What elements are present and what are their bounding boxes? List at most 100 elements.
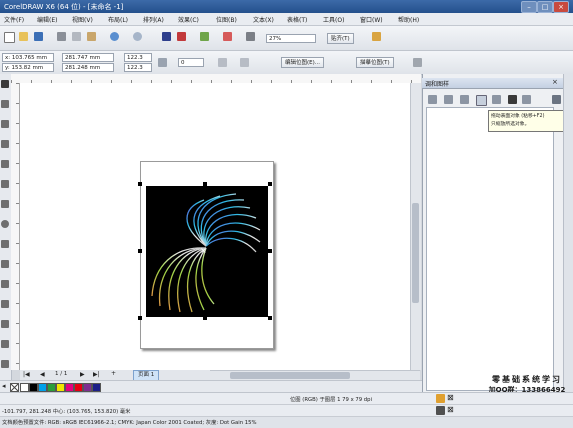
smart-fill-tool-icon[interactable] xyxy=(1,180,9,188)
polygon-tool-icon[interactable] xyxy=(1,240,9,248)
full-screen-icon[interactable] xyxy=(246,32,255,41)
undo-icon[interactable] xyxy=(110,32,119,41)
selection-handle-top-middle[interactable] xyxy=(203,182,207,186)
docker-side-tabs[interactable] xyxy=(563,74,573,392)
close-button[interactable]: × xyxy=(553,1,569,13)
save-icon[interactable] xyxy=(34,32,43,41)
rectangle-tool-icon[interactable] xyxy=(1,200,9,208)
paste-icon[interactable] xyxy=(87,32,96,41)
mirror-vertical-icon[interactable] xyxy=(240,58,249,67)
selection-handle-bottom-middle[interactable] xyxy=(203,316,207,320)
menu-view[interactable]: 视图(V) xyxy=(72,15,93,24)
zoom-level-select[interactable]: 27% xyxy=(266,34,316,43)
vertical-scrollbar[interactable] xyxy=(410,83,421,370)
cut-icon[interactable] xyxy=(57,32,66,41)
last-page-icon[interactable]: ▶| xyxy=(93,371,100,378)
copy-icon[interactable] xyxy=(72,32,81,41)
color-swatch[interactable] xyxy=(65,383,74,392)
palette-arrow-icon[interactable]: ◂ xyxy=(2,382,6,390)
docker-tool-2-icon[interactable] xyxy=(444,95,453,104)
scale-height-field[interactable]: 122.3 xyxy=(124,63,152,72)
fill-indicator-icon[interactable] xyxy=(436,394,445,403)
docker-content[interactable] xyxy=(426,107,554,391)
outline-tool-icon[interactable] xyxy=(1,360,9,368)
docker-tool-1-icon[interactable] xyxy=(428,95,437,104)
color-swatch[interactable] xyxy=(74,383,83,392)
color-swatch[interactable] xyxy=(47,383,56,392)
welcome-screen-icon[interactable] xyxy=(223,32,232,41)
ellipse-tool-icon[interactable] xyxy=(1,220,9,228)
freehand-tool-icon[interactable] xyxy=(1,160,9,168)
import-icon[interactable] xyxy=(162,32,171,41)
options-icon[interactable] xyxy=(372,32,381,41)
selection-handle-middle-left[interactable] xyxy=(138,249,142,253)
selection-handle-top-left[interactable] xyxy=(138,182,142,186)
docker-tool-3-icon[interactable] xyxy=(460,95,469,104)
menu-effects[interactable]: 效果(C) xyxy=(178,15,199,24)
outline-indicator-icon[interactable] xyxy=(436,406,445,415)
menu-arrange[interactable]: 排列(A) xyxy=(143,15,164,24)
shape-tool-icon[interactable] xyxy=(1,100,9,108)
color-swatch[interactable] xyxy=(83,383,92,392)
edit-bitmap-button[interactable]: 编辑位图(E)... xyxy=(281,57,325,68)
selection-handle-top-right[interactable] xyxy=(268,182,272,186)
color-swatch[interactable] xyxy=(38,383,47,392)
menu-window[interactable]: 窗口(W) xyxy=(360,15,383,24)
menu-table[interactable]: 表格(T) xyxy=(287,15,307,24)
application-launcher-icon[interactable] xyxy=(200,32,209,41)
menu-help[interactable]: 帮助(H) xyxy=(398,15,419,24)
connector-tool-icon[interactable] xyxy=(1,300,9,308)
eyedropper-tool-icon[interactable] xyxy=(1,340,9,348)
docker-close-icon[interactable]: × xyxy=(552,78,558,86)
color-swatch[interactable] xyxy=(56,383,65,392)
menu-text[interactable]: 文本(X) xyxy=(253,15,274,24)
vertical-ruler[interactable] xyxy=(11,83,20,370)
color-profile-text[interactable]: 文档颜色预置文件: RGB: sRGB IEC61966-2.1; CMYK: … xyxy=(2,418,257,426)
trace-bitmap-button[interactable]: 描摹位图(T) xyxy=(356,57,394,68)
color-swatch[interactable] xyxy=(29,383,38,392)
color-swatch[interactable] xyxy=(92,383,101,392)
parallel-dimension-tool-icon[interactable] xyxy=(1,280,9,288)
pick-tool-icon[interactable] xyxy=(1,80,9,88)
redo-icon[interactable] xyxy=(133,32,142,41)
add-page-icon[interactable]: + xyxy=(111,370,116,377)
snap-to-button[interactable]: 贴齐(T) xyxy=(327,33,354,44)
mirror-horizontal-icon[interactable] xyxy=(218,58,227,67)
blend-tool-icon[interactable] xyxy=(1,320,9,328)
docker-tool-5-icon[interactable] xyxy=(492,95,501,104)
wrap-text-icon[interactable] xyxy=(413,58,422,67)
vertical-scroll-thumb[interactable] xyxy=(412,203,419,303)
first-page-icon[interactable]: |◀ xyxy=(23,371,30,378)
docker-expand-icon[interactable] xyxy=(552,95,561,104)
menu-edit[interactable]: 编辑(E) xyxy=(37,15,57,24)
color-swatch[interactable] xyxy=(20,383,29,392)
selection-handle-bottom-left[interactable] xyxy=(138,316,142,320)
y-position-field[interactable]: y: 153.82 mm xyxy=(2,63,54,72)
menu-bitmaps[interactable]: 位图(B) xyxy=(216,15,237,24)
rotation-field[interactable]: 0 xyxy=(178,58,204,67)
previous-page-icon[interactable]: ◀ xyxy=(40,371,45,378)
selection-handle-middle-right[interactable] xyxy=(268,249,272,253)
menu-tools[interactable]: 工具(O) xyxy=(323,15,344,24)
remove-icon[interactable] xyxy=(522,95,531,104)
text-tool-icon[interactable] xyxy=(1,260,9,268)
crop-tool-icon[interactable] xyxy=(1,120,9,128)
menu-layout[interactable]: 布局(L) xyxy=(108,15,128,24)
open-icon[interactable] xyxy=(19,32,28,41)
lock-ratio-icon[interactable] xyxy=(158,58,167,67)
export-icon[interactable] xyxy=(177,32,186,41)
minimize-button[interactable]: – xyxy=(521,1,537,13)
maximize-button[interactable]: □ xyxy=(537,1,553,13)
no-color-swatch[interactable] xyxy=(10,383,19,392)
menu-file[interactable]: 文件(F) xyxy=(4,15,24,24)
x-position-field[interactable]: x: 103.765 mm xyxy=(2,53,54,62)
add-icon[interactable] xyxy=(508,95,517,104)
bitmap-artwork[interactable] xyxy=(146,186,268,317)
new-icon[interactable] xyxy=(4,32,15,43)
width-field[interactable]: 281.747 mm xyxy=(62,53,114,62)
docker-tool-4-icon[interactable] xyxy=(476,95,487,106)
next-page-icon[interactable]: ▶ xyxy=(80,371,85,378)
scale-width-field[interactable]: 122.3 xyxy=(124,53,152,62)
zoom-tool-icon[interactable] xyxy=(1,140,9,148)
selection-handle-bottom-right[interactable] xyxy=(268,316,272,320)
